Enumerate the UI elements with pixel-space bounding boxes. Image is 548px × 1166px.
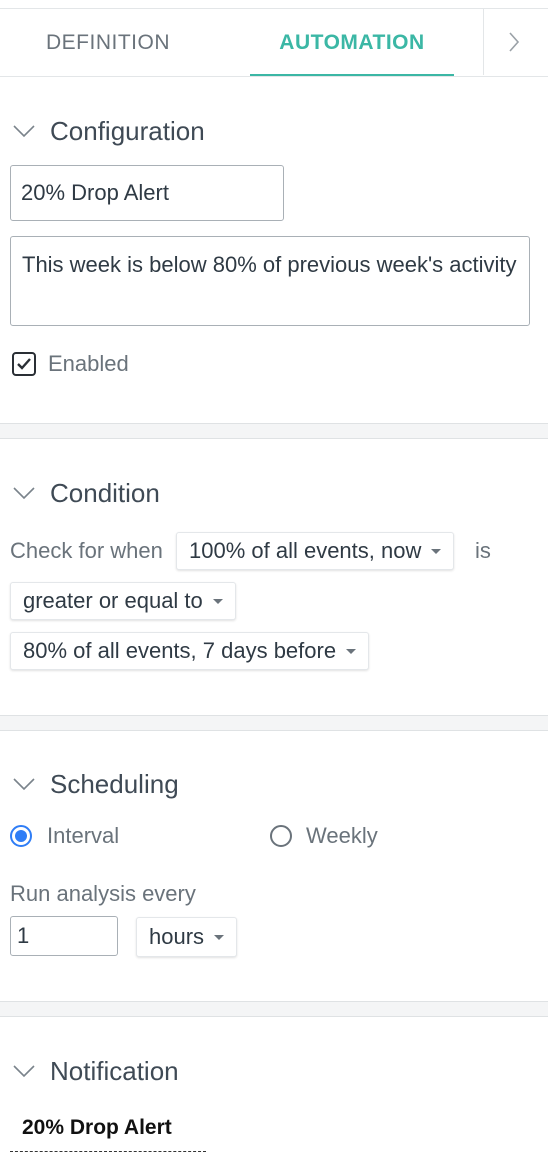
is-label: is <box>475 538 491 563</box>
section-divider <box>0 1001 548 1017</box>
interval-value-input[interactable]: 1 <box>10 916 118 956</box>
interval-unit-select[interactable]: hours <box>136 917 238 957</box>
left-operand-select[interactable]: 100% of all events, now <box>176 532 455 570</box>
notification-header[interactable]: Notification <box>12 1054 179 1088</box>
interval-radio[interactable] <box>10 825 32 847</box>
right-operand-value: 80% of all events, 7 days before <box>23 638 337 663</box>
alert-name-input[interactable]: 20% Drop Alert <box>10 165 284 221</box>
tab-bar: DEFINITION AUTOMATION <box>0 8 548 77</box>
condition-header[interactable]: Condition <box>12 476 160 510</box>
caret-down-icon <box>212 598 223 604</box>
enabled-label: Enabled <box>48 351 129 376</box>
configuration-title: Configuration <box>50 115 205 146</box>
checkmark-icon <box>17 358 31 370</box>
caret-down-icon <box>431 548 442 554</box>
caret-down-icon <box>214 934 225 940</box>
caret-down-icon <box>346 648 357 654</box>
tab-automation[interactable]: AUTOMATION <box>250 8 454 76</box>
notification-name-field[interactable]: 20% Drop Alert <box>10 1110 206 1152</box>
condition-title: Condition <box>50 477 160 508</box>
scheduling-title: Scheduling <box>50 768 179 799</box>
check-for-when-label: Check for when <box>10 538 163 563</box>
tab-scroll-right-button[interactable] <box>483 8 548 75</box>
scheduling-header[interactable]: Scheduling <box>12 767 179 801</box>
interval-label: Interval <box>47 823 120 848</box>
run-analysis-label: Run analysis every <box>10 881 196 906</box>
chevron-down-icon <box>13 1065 35 1078</box>
chevron-down-icon <box>13 125 35 138</box>
enabled-checkbox[interactable] <box>12 352 36 376</box>
weekly-radio[interactable] <box>270 825 292 847</box>
tab-definition[interactable]: DEFINITION <box>46 8 170 75</box>
section-divider <box>0 423 548 439</box>
right-operand-select[interactable]: 80% of all events, 7 days before <box>10 632 370 670</box>
notification-title: Notification <box>50 1055 179 1086</box>
weekly-label: Weekly <box>306 823 378 848</box>
interval-unit-value: hours <box>149 924 205 949</box>
section-divider <box>0 715 548 731</box>
comparator-value: greater or equal to <box>23 588 203 613</box>
chevron-right-icon <box>509 32 520 52</box>
left-operand-value: 100% of all events, now <box>189 538 422 563</box>
alert-description-input[interactable]: This week is below 80% of previous week'… <box>10 236 530 326</box>
comparator-select[interactable]: greater or equal to <box>10 582 236 620</box>
configuration-header[interactable]: Configuration <box>12 114 205 148</box>
chevron-down-icon <box>13 487 35 500</box>
chevron-down-icon <box>13 778 35 791</box>
